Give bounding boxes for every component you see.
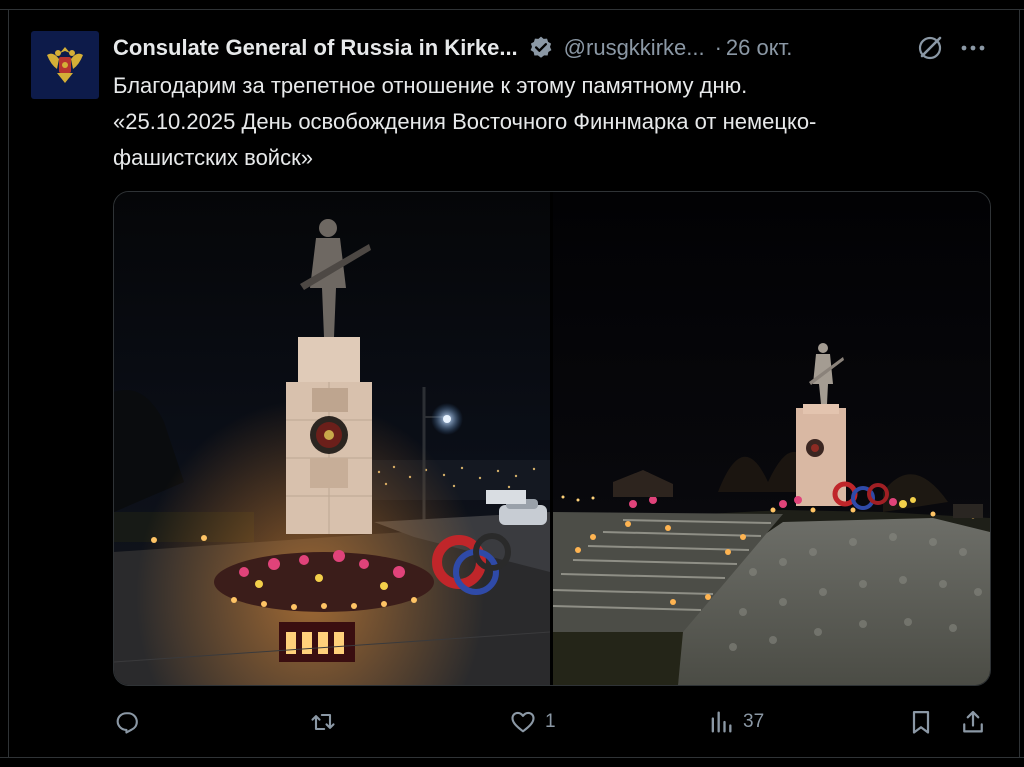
like-button[interactable]: 1 [509,702,556,742]
tweet-date[interactable]: 26 окт. [726,35,792,61]
reply-icon [116,712,138,734]
separator-dot: · [714,35,722,60]
frame-bottom-border [0,757,1024,758]
monument-closeup-image [114,192,550,685]
bookmark-button[interactable] [907,702,935,742]
retweet-button[interactable] [309,702,345,742]
reply-button[interactable] [113,702,149,742]
tweet-text-line: «25.10.2025 День освобождения Восточного… [113,109,817,134]
tweet-text-line: фашистских войск» [113,145,313,170]
author-handle[interactable]: @rusgkkirke... [564,35,705,61]
frame-top-border [0,9,1024,10]
photo-monument-hill[interactable] [553,192,990,685]
heart-icon [511,711,535,733]
views-icon [711,711,732,733]
verified-badge-icon [530,36,552,58]
share-icon [963,710,983,733]
monument-hill-image [553,192,990,685]
coat-of-arms-icon [47,47,83,83]
share-button[interactable] [959,702,987,742]
more-icon[interactable] [958,34,988,62]
views-button[interactable]: 37 [707,702,764,742]
photo-monument-closeup[interactable] [114,192,550,685]
tweet-text: Благодарим за трепетное отношение к этом… [113,68,993,176]
bookmark-icon [912,710,930,734]
tweet-header: Consulate General of Russia in Kirke... … [113,33,984,63]
frame-left-border [8,9,9,758]
action-bar: 1 37 [113,702,993,742]
like-count: 1 [545,711,556,732]
grok-icon[interactable] [916,34,944,62]
retweet-icon [311,713,335,731]
avatar[interactable] [31,31,99,99]
views-count: 37 [743,711,765,732]
author-name[interactable]: Consulate General of Russia in Kirke... [113,35,518,61]
tweet-text-line: Благодарим за трепетное отношение к этом… [113,73,748,98]
frame-right-border [1019,9,1020,758]
media-grid [113,191,991,686]
